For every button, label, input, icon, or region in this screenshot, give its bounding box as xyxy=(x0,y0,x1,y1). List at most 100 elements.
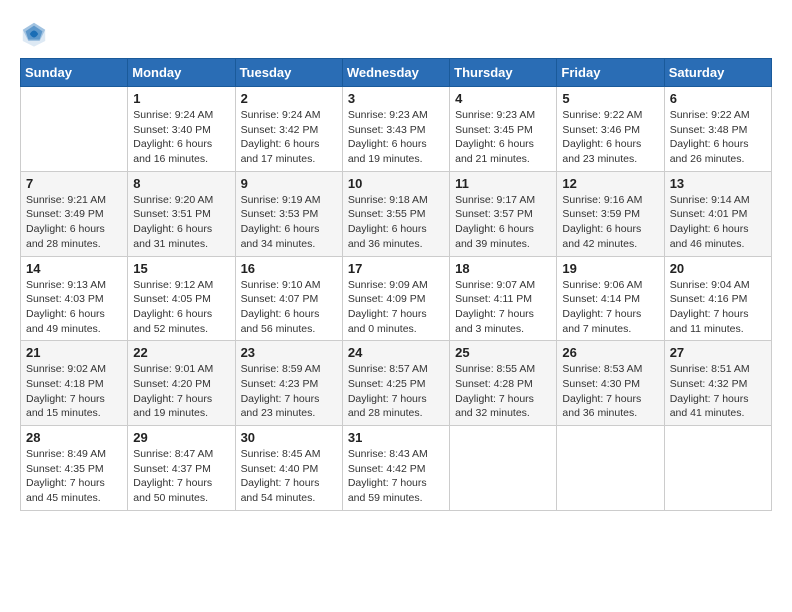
calendar-cell: 26Sunrise: 8:53 AMSunset: 4:30 PMDayligh… xyxy=(557,341,664,426)
calendar-cell xyxy=(557,426,664,511)
calendar-cell: 7 Sunrise: 9:21 AMSunset: 3:49 PMDaylight… xyxy=(21,171,128,256)
calendar-cell: 17Sunrise: 9:09 AMSunset: 4:09 PMDayligh… xyxy=(342,256,449,341)
calendar-cell xyxy=(450,426,557,511)
day-info: Sunrise: 9:18 AMSunset: 3:55 PMDaylight:… xyxy=(348,193,444,252)
header-thursday: Thursday xyxy=(450,59,557,87)
day-info: Sunrise: 9:20 AMSunset: 3:51 PMDaylight:… xyxy=(133,193,229,252)
calendar-cell: 3Sunrise: 9:23 AMSunset: 3:43 PMDaylight… xyxy=(342,87,449,172)
day-number: 6 xyxy=(670,91,766,106)
day-number: 4 xyxy=(455,91,551,106)
calendar-cell: 24Sunrise: 8:57 AMSunset: 4:25 PMDayligh… xyxy=(342,341,449,426)
day-number: 8 xyxy=(133,176,229,191)
day-number: 27 xyxy=(670,345,766,360)
day-number: 22 xyxy=(133,345,229,360)
day-number: 1 xyxy=(133,91,229,106)
page-header xyxy=(20,20,772,48)
day-info: Sunrise: 9:21 AMSunset: 3:49 PMDaylight:… xyxy=(26,193,122,252)
calendar-cell: 31 Sunrise: 8:43 AMSunset: 4:42 PMDayligh… xyxy=(342,426,449,511)
day-info: Sunrise: 9:24 AMSunset: 3:42 PMDaylight:… xyxy=(241,108,337,167)
week-row-4: 21 Sunrise: 9:02 AMSunset: 4:18 PMDayligh… xyxy=(21,341,772,426)
day-info: Sunrise: 9:06 AMSunset: 4:14 PMDaylight:… xyxy=(562,278,658,337)
header-monday: Monday xyxy=(128,59,235,87)
day-number: 31 xyxy=(348,430,444,445)
day-info: Sunrise: 9:07 AMSunset: 4:11 PMDaylight:… xyxy=(455,278,551,337)
calendar-cell: 23Sunrise: 8:59 AMSunset: 4:23 PMDayligh… xyxy=(235,341,342,426)
day-info: Sunrise: 9:14 AMSunset: 4:01 PMDaylight:… xyxy=(670,193,766,252)
calendar-cell: 9 Sunrise: 9:19 AMSunset: 3:53 PMDaylight… xyxy=(235,171,342,256)
calendar-cell: 18 Sunrise: 9:07 AMSunset: 4:11 PMDayligh… xyxy=(450,256,557,341)
day-info: Sunrise: 8:55 AMSunset: 4:28 PMDaylight:… xyxy=(455,362,551,421)
header-friday: Friday xyxy=(557,59,664,87)
day-info: Sunrise: 9:22 AMSunset: 3:48 PMDaylight:… xyxy=(670,108,766,167)
week-row-3: 14Sunrise: 9:13 AMSunset: 4:03 PMDayligh… xyxy=(21,256,772,341)
day-number: 29 xyxy=(133,430,229,445)
calendar-table: SundayMondayTuesdayWednesdayThursdayFrid… xyxy=(20,58,772,511)
day-info: Sunrise: 8:47 AMSunset: 4:37 PMDaylight:… xyxy=(133,447,229,506)
day-info: Sunrise: 9:16 AMSunset: 3:59 PMDaylight:… xyxy=(562,193,658,252)
day-info: Sunrise: 8:57 AMSunset: 4:25 PMDaylight:… xyxy=(348,362,444,421)
day-number: 28 xyxy=(26,430,122,445)
day-number: 15 xyxy=(133,261,229,276)
day-info: Sunrise: 9:22 AMSunset: 3:46 PMDaylight:… xyxy=(562,108,658,167)
week-row-1: 1Sunrise: 9:24 AMSunset: 3:40 PMDaylight… xyxy=(21,87,772,172)
calendar-cell: 16 Sunrise: 9:10 AMSunset: 4:07 PMDayligh… xyxy=(235,256,342,341)
calendar-cell xyxy=(664,426,771,511)
calendar-cell xyxy=(21,87,128,172)
day-number: 11 xyxy=(455,176,551,191)
day-info: Sunrise: 8:53 AMSunset: 4:30 PMDaylight:… xyxy=(562,362,658,421)
day-number: 18 xyxy=(455,261,551,276)
day-info: Sunrise: 8:59 AMSunset: 4:23 PMDaylight:… xyxy=(241,362,337,421)
day-info: Sunrise: 9:23 AMSunset: 3:45 PMDaylight:… xyxy=(455,108,551,167)
calendar-cell: 8 Sunrise: 9:20 AMSunset: 3:51 PMDaylight… xyxy=(128,171,235,256)
day-info: Sunrise: 8:51 AMSunset: 4:32 PMDaylight:… xyxy=(670,362,766,421)
day-info: Sunrise: 9:17 AMSunset: 3:57 PMDaylight:… xyxy=(455,193,551,252)
calendar-cell: 10 Sunrise: 9:18 AMSunset: 3:55 PMDayligh… xyxy=(342,171,449,256)
day-info: Sunrise: 9:19 AMSunset: 3:53 PMDaylight:… xyxy=(241,193,337,252)
header-wednesday: Wednesday xyxy=(342,59,449,87)
day-info: Sunrise: 9:02 AMSunset: 4:18 PMDaylight:… xyxy=(26,362,122,421)
day-number: 14 xyxy=(26,261,122,276)
calendar-cell: 19Sunrise: 9:06 AMSunset: 4:14 PMDayligh… xyxy=(557,256,664,341)
day-info: Sunrise: 9:12 AMSunset: 4:05 PMDaylight:… xyxy=(133,278,229,337)
header-sunday: Sunday xyxy=(21,59,128,87)
week-row-5: 28 Sunrise: 8:49 AMSunset: 4:35 PMDayligh… xyxy=(21,426,772,511)
logo xyxy=(20,20,52,48)
day-info: Sunrise: 8:49 AMSunset: 4:35 PMDaylight:… xyxy=(26,447,122,506)
calendar-cell: 29 Sunrise: 8:47 AMSunset: 4:37 PMDayligh… xyxy=(128,426,235,511)
day-info: Sunrise: 9:10 AMSunset: 4:07 PMDaylight:… xyxy=(241,278,337,337)
day-number: 3 xyxy=(348,91,444,106)
calendar-cell: 30 Sunrise: 8:45 AMSunset: 4:40 PMDayligh… xyxy=(235,426,342,511)
day-info: Sunrise: 9:01 AMSunset: 4:20 PMDaylight:… xyxy=(133,362,229,421)
day-number: 30 xyxy=(241,430,337,445)
day-number: 9 xyxy=(241,176,337,191)
calendar-cell: 25 Sunrise: 8:55 AMSunset: 4:28 PMDayligh… xyxy=(450,341,557,426)
day-number: 21 xyxy=(26,345,122,360)
calendar-cell: 22 Sunrise: 9:01 AMSunset: 4:20 PMDayligh… xyxy=(128,341,235,426)
calendar-cell: 28 Sunrise: 8:49 AMSunset: 4:35 PMDayligh… xyxy=(21,426,128,511)
calendar-cell: 5 Sunrise: 9:22 AMSunset: 3:46 PMDaylight… xyxy=(557,87,664,172)
header-saturday: Saturday xyxy=(664,59,771,87)
day-info: Sunrise: 8:45 AMSunset: 4:40 PMDaylight:… xyxy=(241,447,337,506)
day-number: 16 xyxy=(241,261,337,276)
day-number: 25 xyxy=(455,345,551,360)
calendar-cell: 21 Sunrise: 9:02 AMSunset: 4:18 PMDayligh… xyxy=(21,341,128,426)
day-info: Sunrise: 8:43 AMSunset: 4:42 PMDaylight:… xyxy=(348,447,444,506)
calendar-cell: 4 Sunrise: 9:23 AMSunset: 3:45 PMDaylight… xyxy=(450,87,557,172)
calendar-cell: 14Sunrise: 9:13 AMSunset: 4:03 PMDayligh… xyxy=(21,256,128,341)
calendar-cell: 11 Sunrise: 9:17 AMSunset: 3:57 PMDayligh… xyxy=(450,171,557,256)
day-number: 12 xyxy=(562,176,658,191)
calendar-cell: 12 Sunrise: 9:16 AMSunset: 3:59 PMDayligh… xyxy=(557,171,664,256)
calendar-header-row: SundayMondayTuesdayWednesdayThursdayFrid… xyxy=(21,59,772,87)
header-tuesday: Tuesday xyxy=(235,59,342,87)
day-number: 10 xyxy=(348,176,444,191)
day-number: 5 xyxy=(562,91,658,106)
day-number: 7 xyxy=(26,176,122,191)
day-info: Sunrise: 9:04 AMSunset: 4:16 PMDaylight:… xyxy=(670,278,766,337)
calendar-cell: 2Sunrise: 9:24 AMSunset: 3:42 PMDaylight… xyxy=(235,87,342,172)
calendar-cell: 1Sunrise: 9:24 AMSunset: 3:40 PMDaylight… xyxy=(128,87,235,172)
day-number: 20 xyxy=(670,261,766,276)
logo-icon xyxy=(20,20,48,48)
day-number: 17 xyxy=(348,261,444,276)
calendar-cell: 15 Sunrise: 9:12 AMSunset: 4:05 PMDayligh… xyxy=(128,256,235,341)
calendar-cell: 20 Sunrise: 9:04 AMSunset: 4:16 PMDayligh… xyxy=(664,256,771,341)
